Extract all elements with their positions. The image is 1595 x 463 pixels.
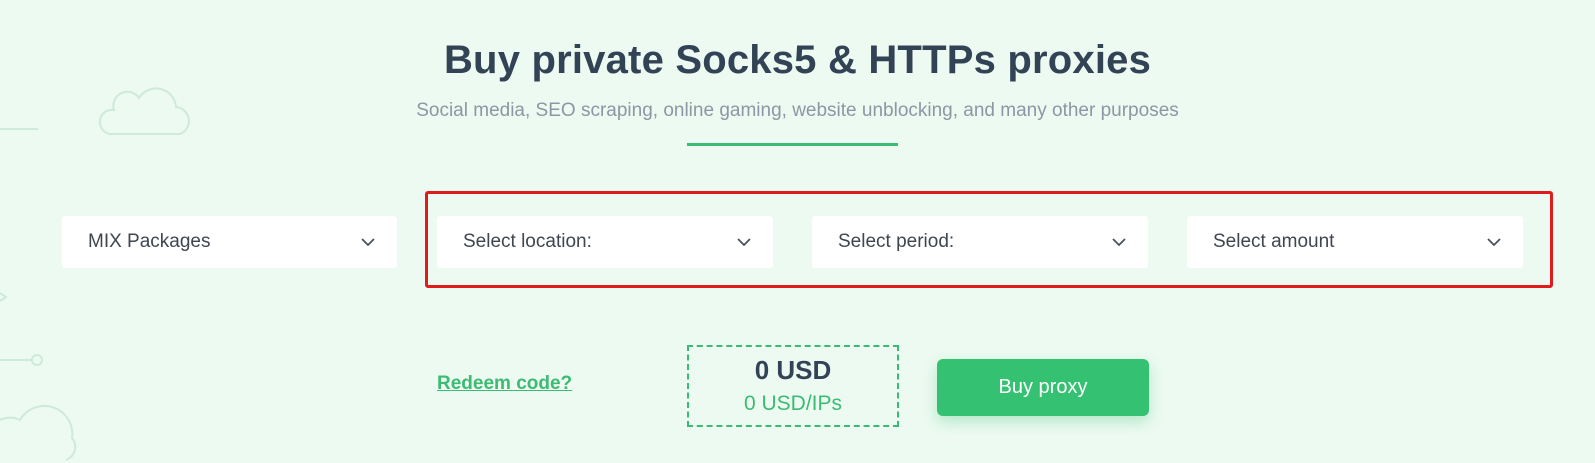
redeem-code-link[interactable]: Redeem code?	[437, 373, 572, 395]
price-per-ip: 0 USD/IPs	[743, 392, 843, 415]
title-underline	[687, 143, 898, 146]
total-price: 0 USD	[754, 355, 832, 385]
amount-select-label: Select amount	[1213, 231, 1335, 252]
period-select[interactable]: Select period:	[812, 216, 1148, 268]
package-select-label: MIX Packages	[88, 231, 211, 252]
price-summary: 0 USD 0 USD/IPs	[687, 345, 899, 427]
location-select[interactable]: Select location:	[437, 216, 773, 268]
period-select-label: Select period:	[838, 231, 955, 252]
page-subtitle: Social media, SEO scraping, online gamin…	[416, 100, 1179, 121]
page-title: Buy private Socks5 & HTTPs proxies	[443, 38, 1152, 82]
package-select[interactable]: MIX Packages	[62, 216, 397, 268]
amount-select[interactable]: Select amount	[1187, 216, 1523, 268]
chevron-down-icon	[1112, 237, 1126, 246]
cloud-icon	[0, 404, 77, 461]
buy-proxy-button[interactable]: Buy proxy	[937, 359, 1149, 416]
chevron-down-icon	[1487, 237, 1501, 246]
chevron-down-icon	[737, 237, 751, 246]
decor-arrow	[0, 292, 8, 302]
chevron-down-icon	[361, 237, 375, 246]
decor-dot	[31, 354, 43, 366]
location-select-label: Select location:	[463, 231, 592, 252]
